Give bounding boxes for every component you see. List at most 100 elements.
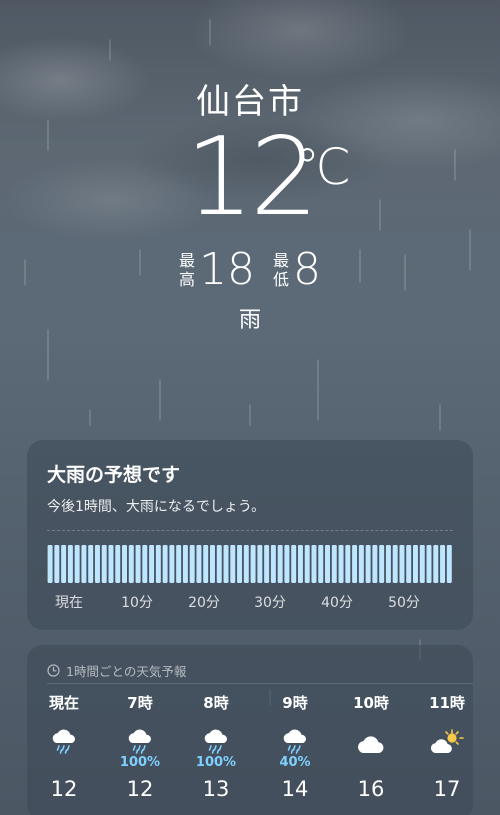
hour-temperature: 17 bbox=[433, 777, 461, 801]
intensity-bar bbox=[237, 545, 243, 583]
intensity-bar bbox=[108, 545, 114, 583]
intensity-bar bbox=[142, 545, 148, 583]
intensity-bar bbox=[379, 545, 385, 583]
intensity-bar bbox=[67, 545, 73, 583]
intensity-bar bbox=[250, 545, 256, 583]
intensity-bar bbox=[122, 545, 127, 583]
intensity-bar bbox=[270, 545, 276, 583]
intensity-bar bbox=[277, 545, 283, 583]
divider bbox=[47, 530, 453, 531]
intensity-bar bbox=[297, 545, 303, 583]
hour-item: 7時 100% 12 bbox=[105, 693, 175, 801]
intensity-bar bbox=[61, 545, 67, 583]
intensity-bar bbox=[162, 545, 168, 583]
hour-label: 8時 bbox=[203, 694, 229, 712]
intensity-bar bbox=[419, 545, 425, 583]
rain-cloud-icon bbox=[105, 713, 175, 755]
intensity-bar bbox=[149, 545, 155, 583]
hourly-header: 1時間ごとの天気予報 bbox=[47, 661, 186, 680]
precipitation-probability: 100% bbox=[195, 755, 237, 770]
cloud-icon bbox=[336, 713, 406, 755]
rain-cloud-icon bbox=[29, 713, 99, 755]
intensity-bar bbox=[182, 545, 188, 583]
intensity-bar bbox=[284, 545, 290, 583]
intensity-bar bbox=[230, 545, 236, 583]
intensity-bar bbox=[257, 545, 263, 583]
low-temperature: 8 bbox=[293, 244, 322, 295]
hour-temperature: 14 bbox=[281, 777, 309, 801]
low-label: 最 低 bbox=[273, 251, 290, 289]
minute-tick: 現在 bbox=[55, 595, 83, 611]
hour-item: 現在 12 bbox=[29, 693, 99, 801]
rain-cloud-icon bbox=[260, 713, 330, 755]
intensity-bar bbox=[155, 545, 161, 583]
hourly-forecast-card[interactable]: 1時間ごとの天気予報 現在 12 7時 100% 12 8時 100% 13 9時 40% 14 10… bbox=[27, 645, 473, 815]
hourly-header-label: 1時間ごとの天気予報 bbox=[66, 664, 187, 679]
hour-label: 7時 bbox=[127, 694, 153, 712]
minute-tick: 30分 bbox=[254, 595, 286, 611]
precipitation-title: 大雨の予想です bbox=[47, 464, 181, 486]
precipitation-subtitle: 今後1時間、大雨になるでしょう。 bbox=[47, 499, 266, 515]
intensity-bar bbox=[331, 545, 337, 583]
high-low: 最 高 18 最 低 8 bbox=[0, 246, 500, 294]
intensity-bar bbox=[304, 545, 310, 583]
minute-tick: 40分 bbox=[321, 595, 353, 611]
intensity-bar bbox=[352, 545, 358, 583]
divider bbox=[47, 683, 473, 684]
hour-label: 10時 bbox=[353, 694, 389, 712]
precipitation-probability: 40% bbox=[279, 755, 311, 770]
precipitation-probability bbox=[412, 755, 482, 771]
rain-cloud-icon bbox=[181, 713, 251, 755]
precipitation-probability: 100% bbox=[119, 755, 161, 770]
hour-temperature: 13 bbox=[202, 777, 230, 801]
intensity-bar bbox=[406, 545, 412, 583]
intensity-bar bbox=[47, 545, 53, 583]
high-label: 最 高 bbox=[178, 251, 195, 289]
intensity-bar bbox=[216, 545, 222, 583]
high-group: 最 高 18 bbox=[179, 246, 255, 294]
intensity-bar bbox=[446, 545, 452, 583]
intensity-bar bbox=[311, 545, 317, 583]
intensity-bar bbox=[88, 545, 94, 583]
hour-item: 10時 16 bbox=[336, 693, 406, 801]
intensity-bar bbox=[440, 545, 446, 583]
intensity-bar bbox=[135, 545, 141, 583]
hour-label: 9時 bbox=[282, 694, 308, 712]
intensity-bar bbox=[210, 545, 215, 583]
intensity-bar bbox=[101, 545, 107, 583]
hour-temperature: 16 bbox=[357, 777, 385, 801]
hour-item: 8時 100% 13 bbox=[181, 693, 251, 801]
high-temperature: 18 bbox=[199, 244, 255, 295]
minute-tick: 20分 bbox=[188, 595, 220, 611]
hour-item: 9時 40% 14 bbox=[260, 693, 330, 801]
intensity-bar bbox=[291, 545, 297, 583]
intensity-bar bbox=[358, 545, 364, 583]
intensity-bar bbox=[385, 545, 391, 583]
minute-tick: 50分 bbox=[388, 595, 420, 611]
intensity-bar bbox=[196, 545, 202, 583]
hour-label: 現在 bbox=[48, 694, 79, 712]
hourly-list[interactable]: 現在 12 7時 100% 12 8時 100% 13 9時 40% 14 10時 16 11時 17 bbox=[27, 693, 473, 813]
intensity-bar bbox=[176, 545, 182, 583]
temperature-unit: ℃ bbox=[295, 138, 352, 196]
intensity-bar bbox=[325, 545, 330, 583]
precipitation-intensity-bars bbox=[47, 545, 452, 583]
intensity-bar bbox=[74, 545, 80, 583]
intensity-bar bbox=[128, 545, 134, 583]
intensity-bar bbox=[223, 545, 229, 583]
precipitation-probability bbox=[336, 755, 406, 771]
intensity-bar bbox=[365, 545, 371, 583]
intensity-bar bbox=[54, 545, 60, 583]
hour-item: 11時 17 bbox=[412, 693, 482, 801]
hour-temperature: 12 bbox=[126, 777, 154, 801]
minute-tick: 10分 bbox=[121, 595, 153, 611]
intensity-bar bbox=[426, 545, 432, 583]
low-group: 最 低 8 bbox=[273, 246, 321, 294]
intensity-bar bbox=[372, 545, 378, 583]
intensity-bar bbox=[264, 545, 270, 583]
precipitation-card[interactable]: 大雨の予想です 今後1時間、大雨になるでしょう。 現在 10分 20分 30分 40分 5… bbox=[27, 440, 473, 630]
current-temperature-block: 12 ℃ bbox=[0, 124, 500, 232]
intensity-bar bbox=[94, 545, 100, 583]
hour-temperature: 12 bbox=[50, 777, 78, 801]
intensity-bar bbox=[392, 545, 398, 583]
